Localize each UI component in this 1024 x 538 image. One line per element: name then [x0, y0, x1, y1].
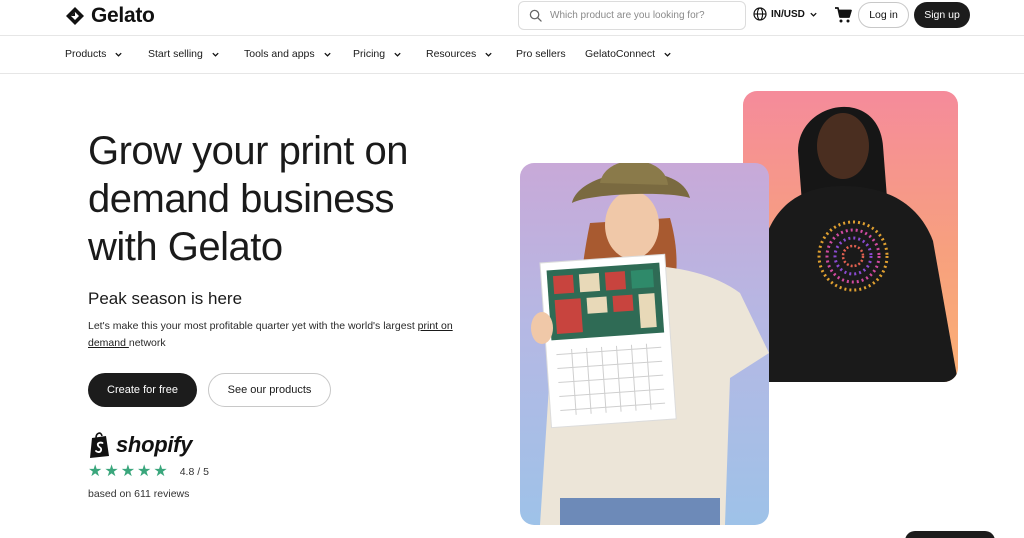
hero-description-tail: network — [128, 337, 166, 349]
chevron-down-icon — [115, 52, 123, 57]
calendar-model-illustration — [531, 163, 769, 525]
gelato-logo-icon — [66, 7, 84, 25]
locale-label: IN/USD — [771, 8, 805, 20]
create-for-free-button[interactable]: Create for free — [88, 373, 197, 407]
main-nav: Products Start selling Tools and apps Pr… — [0, 37, 1024, 74]
locale-selector[interactable]: IN/USD — [753, 7, 818, 21]
star-rating: ★ ★ ★ ★ ★ — [88, 464, 168, 480]
search-icon — [529, 9, 542, 22]
chevron-down-icon — [394, 52, 401, 57]
chevron-down-icon — [810, 12, 817, 17]
nav-item-pro-sellers[interactable]: Pro sellers — [516, 48, 566, 60]
nav-item-label: Pricing — [353, 48, 386, 60]
search-box[interactable] — [518, 1, 746, 30]
star-icon: ★ — [137, 463, 152, 480]
nav-item-label: Products — [65, 48, 107, 60]
chevron-down-icon — [323, 52, 331, 57]
hero-title-line: demand business — [88, 177, 395, 221]
chat-widget-button[interactable] — [905, 531, 995, 538]
nav-item-label: Pro sellers — [516, 48, 566, 60]
nav-item-pricing[interactable]: Pricing — [353, 48, 402, 60]
signup-button[interactable]: Sign up — [914, 2, 970, 28]
hero-title-line: Grow your print on — [88, 129, 409, 173]
hoodie-model-illustration — [763, 106, 958, 382]
nav-item-resources[interactable]: Resources — [426, 48, 493, 60]
chevron-down-icon — [664, 52, 671, 57]
hoodie-model-image — [743, 91, 958, 382]
nav-item-products[interactable]: Products — [65, 48, 123, 60]
login-button[interactable]: Log in — [858, 2, 909, 28]
calendar-model-image — [520, 163, 769, 525]
search-input[interactable] — [550, 10, 730, 21]
nav-item-tools-and-apps[interactable]: Tools and apps — [244, 48, 332, 60]
shopify-wordmark: shopify — [116, 432, 193, 457]
hero-subtitle: Peak season is here — [88, 289, 243, 308]
review-count: based on 611 reviews — [88, 488, 190, 500]
see-our-products-button[interactable]: See our products — [208, 373, 331, 407]
nav-item-gelatoconnect[interactable]: GelatoConnect — [585, 48, 672, 60]
chevron-down-icon — [212, 52, 219, 57]
nav-item-label: Resources — [426, 48, 477, 60]
gelato-logo[interactable]: Gelato — [65, 4, 155, 28]
globe-icon — [753, 7, 767, 21]
top-bar: Gelato IN/USD Log in Sign up — [0, 0, 1024, 36]
brand-name: Gelato — [91, 4, 155, 27]
shopify-logo: shopify — [88, 431, 192, 459]
calendar-prop — [539, 253, 677, 429]
hero-description-text: Let's make this your most profitable qua… — [88, 320, 418, 332]
nav-item-start-selling[interactable]: Start selling — [148, 48, 220, 60]
star-icon: ★ — [153, 463, 168, 480]
nav-item-label: Tools and apps — [244, 48, 315, 60]
hero-title-line: with Gelato — [88, 225, 283, 269]
nav-item-label: GelatoConnect — [585, 48, 656, 60]
cart-icon[interactable] — [834, 6, 852, 24]
star-icon: ★ — [104, 463, 119, 480]
shopify-bag-icon — [90, 432, 109, 458]
rating-value: 4.8 / 5 — [179, 466, 209, 478]
star-icon: ★ — [120, 463, 136, 480]
nav-item-label: Start selling — [148, 48, 203, 60]
hero-title: Grow your print on demand business with … — [88, 127, 508, 271]
rating-row: ★ ★ ★ ★ ★ 4.8 / 5 — [88, 464, 209, 480]
chevron-down-icon — [485, 52, 492, 57]
hero-description: Let's make this your most profitable qua… — [88, 318, 488, 352]
star-icon: ★ — [88, 463, 103, 480]
